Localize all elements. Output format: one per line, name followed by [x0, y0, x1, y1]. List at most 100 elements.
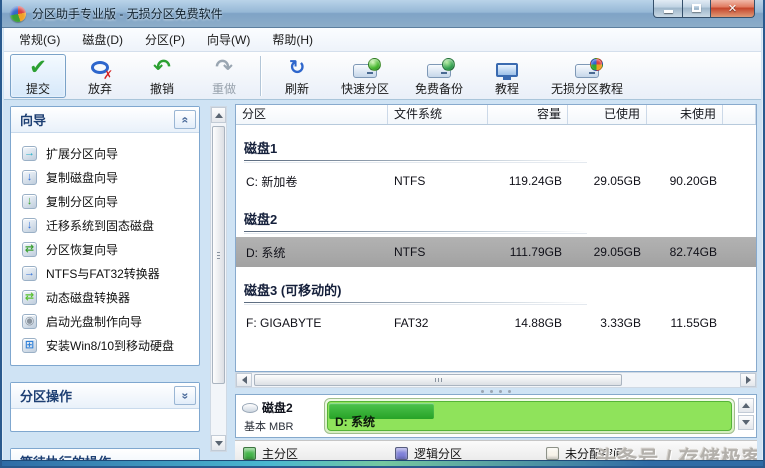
partition-table: 分区 文件系统 容量 已使用 未使用 磁盘1 C: 新加卷 NTFS 119.2…: [235, 104, 757, 372]
column-partition[interactable]: 分区: [236, 105, 388, 124]
app-logo-icon: [10, 5, 26, 22]
partition-operations-header[interactable]: 分区操作 »: [11, 383, 199, 409]
minimize-button[interactable]: [653, 0, 683, 18]
toolbar-separator: [260, 55, 261, 96]
sidebar-item-dynamic-disk-converter[interactable]: ⇄ 动态磁盘转换器: [11, 285, 199, 309]
lossless-tutorial-button[interactable]: 无损分区教程: [541, 54, 633, 98]
wizards-panel: 向导 « → 扩展分区向导 ↓ 复制磁盘向导 ↓ 复制分区向导 ↓ 迁移系统到固…: [10, 106, 200, 366]
maximize-button[interactable]: [683, 0, 711, 18]
partition-assistant-window: 分区助手专业版 - 无损分区免费软件 ✕ 常规(G) 磁盘(D) 分区(P) 向…: [0, 0, 765, 468]
copy-partition-icon: ↓: [22, 193, 37, 209]
refresh-button[interactable]: ↻ 刷新: [269, 54, 325, 98]
unallocated-swatch: [546, 447, 559, 460]
redo-icon: ↷: [215, 56, 233, 79]
scrollbar-thumb[interactable]: [212, 126, 225, 384]
table-header: 分区 文件系统 容量 已使用 未使用: [236, 105, 756, 125]
column-used[interactable]: 已使用: [568, 105, 647, 124]
tutorial-button[interactable]: 教程: [479, 54, 535, 98]
menu-item-general[interactable]: 常规(G): [8, 28, 71, 51]
legend-primary-partition: 主分区: [243, 445, 298, 460]
sidebar: 向导 « → 扩展分区向导 ↓ 复制磁盘向导 ↓ 复制分区向导 ↓ 迁移系统到固…: [6, 100, 206, 460]
free-backup-button[interactable]: 免费备份: [405, 54, 473, 98]
sidebar-item-install-win-to-usb[interactable]: ⊞ 安装Win8/10到移动硬盘: [11, 333, 199, 357]
sidebar-item-copy-partition-wizard[interactable]: ↓ 复制分区向导: [11, 189, 199, 213]
window-controls: ✕: [653, 0, 755, 18]
maximize-icon: [692, 4, 701, 12]
menu-bar: 常规(G) 磁盘(D) 分区(P) 向导(W) 帮助(H): [4, 28, 761, 52]
disk-group-2: 磁盘2 D: 系统 NTFS 111.79GB 29.05GB 82.74GB: [236, 209, 756, 267]
discard-icon: ✗: [91, 56, 113, 82]
commit-label: 提交: [25, 81, 50, 96]
quick-partition-label: 快速分区: [341, 81, 390, 96]
redo-label: 重做: [211, 81, 236, 96]
partition-bar-label: D: 系统: [335, 415, 375, 429]
window-bottom-border: [2, 460, 763, 466]
partition-bar-d[interactable]: D: 系统: [327, 401, 732, 431]
scroll-left-button[interactable]: [236, 373, 252, 387]
ntfs-fat32-icon: →: [22, 265, 37, 281]
table-row-c[interactable]: C: 新加卷 NTFS 119.24GB 29.05GB 90.20GB: [236, 166, 756, 196]
minimize-icon: [663, 9, 673, 13]
tutorial-icon: [496, 56, 519, 80]
quick-partition-icon: [353, 56, 381, 80]
sidebar-item-copy-disk-wizard[interactable]: ↓ 复制磁盘向导: [11, 165, 199, 189]
scroll-down-icon: [214, 440, 223, 446]
undo-button[interactable]: ↶ 撤销: [134, 54, 190, 98]
table-row-f[interactable]: F: GIGABYTE FAT32 14.88GB 3.33GB 11.55GB: [236, 308, 756, 338]
menu-item-wizard[interactable]: 向导(W): [196, 28, 261, 51]
toolbar: ✔ 提交 ✗ 放弃 ↶ 撤销 ↷ 重做 ↻ 刷新 快速分区 免费备份 教程 无损…: [4, 52, 761, 100]
pending-operations-header[interactable]: 等待执行的操作: [11, 449, 199, 460]
column-filler: [723, 105, 756, 124]
title-bar[interactable]: 分区助手专业版 - 无损分区免费软件 ✕: [2, 0, 763, 28]
disk-scroll-up-button[interactable]: [738, 398, 754, 413]
partition-operations-title: 分区操作: [20, 389, 73, 404]
sidebar-item-ntfs-fat32-converter[interactable]: → NTFS与FAT32转换器: [11, 261, 199, 285]
copy-disk-icon: ↓: [22, 169, 37, 185]
scroll-left-icon: [241, 376, 247, 384]
dynamic-disk-icon: ⇄: [22, 289, 37, 305]
discard-button[interactable]: ✗ 放弃: [72, 54, 128, 98]
legend-logical-partition: 逻辑分区: [395, 445, 462, 460]
commit-check-icon: ✔: [29, 56, 47, 79]
partition-operations-panel: 分区操作 »: [10, 382, 200, 432]
undo-label: 撤销: [149, 81, 174, 96]
commit-button[interactable]: ✔ 提交: [10, 53, 66, 98]
column-unused[interactable]: 未使用: [647, 105, 723, 124]
sidebar-item-bootable-cd-wizard[interactable]: ◉ 启动光盘制作向导: [11, 309, 199, 333]
expand-button[interactable]: »: [174, 386, 196, 405]
scroll-up-button[interactable]: [211, 107, 226, 123]
partition-recovery-icon: ⇄: [22, 241, 37, 257]
close-button[interactable]: ✕: [711, 0, 755, 18]
table-row-d-selected[interactable]: D: 系统 NTFS 111.79GB 29.05GB 82.74GB: [236, 237, 756, 267]
quick-partition-button[interactable]: 快速分区: [331, 54, 399, 98]
collapse-button[interactable]: «: [174, 110, 196, 129]
table-horizontal-scrollbar[interactable]: [235, 372, 757, 388]
disk-label-block[interactable]: 磁盘2 基本 MBR: [240, 398, 320, 434]
menu-item-partition[interactable]: 分区(P): [134, 28, 196, 51]
scroll-right-icon: [745, 376, 751, 384]
wizards-panel-title: 向导: [20, 113, 47, 128]
extend-partition-icon: →: [22, 145, 37, 161]
scroll-up-icon: [742, 403, 750, 408]
disk-name: 磁盘2: [262, 401, 293, 415]
menu-item-disk[interactable]: 磁盘(D): [71, 28, 134, 51]
bootable-cd-icon: ◉: [22, 313, 37, 329]
disk-scroll-down-button[interactable]: [738, 415, 754, 430]
sidebar-item-partition-recovery-wizard[interactable]: ⇄ 分区恢复向导: [11, 237, 199, 261]
undo-icon: ↶: [153, 56, 171, 79]
scroll-down-button[interactable]: [211, 435, 226, 451]
column-filesystem[interactable]: 文件系统: [388, 105, 488, 124]
status-legend-bar: 主分区 逻辑分区 未分配空间 头条号 / 存储极客: [235, 440, 757, 460]
column-capacity[interactable]: 容量: [488, 105, 568, 124]
hscrollbar-thumb[interactable]: [254, 374, 622, 386]
free-backup-label: 免费备份: [415, 81, 464, 96]
sidebar-item-extend-partition-wizard[interactable]: → 扩展分区向导: [11, 141, 199, 165]
menu-item-help[interactable]: 帮助(H): [261, 28, 324, 51]
disk-group-title: 磁盘2: [244, 209, 748, 232]
discard-label: 放弃: [87, 81, 112, 96]
logical-partition-swatch: [395, 447, 408, 460]
sidebar-scrollbar[interactable]: [210, 106, 227, 452]
sidebar-item-migrate-os-to-ssd[interactable]: ↓ 迁移系统到固态磁盘: [11, 213, 199, 237]
scroll-right-button[interactable]: [740, 373, 756, 387]
wizards-panel-header[interactable]: 向导 «: [11, 107, 199, 133]
